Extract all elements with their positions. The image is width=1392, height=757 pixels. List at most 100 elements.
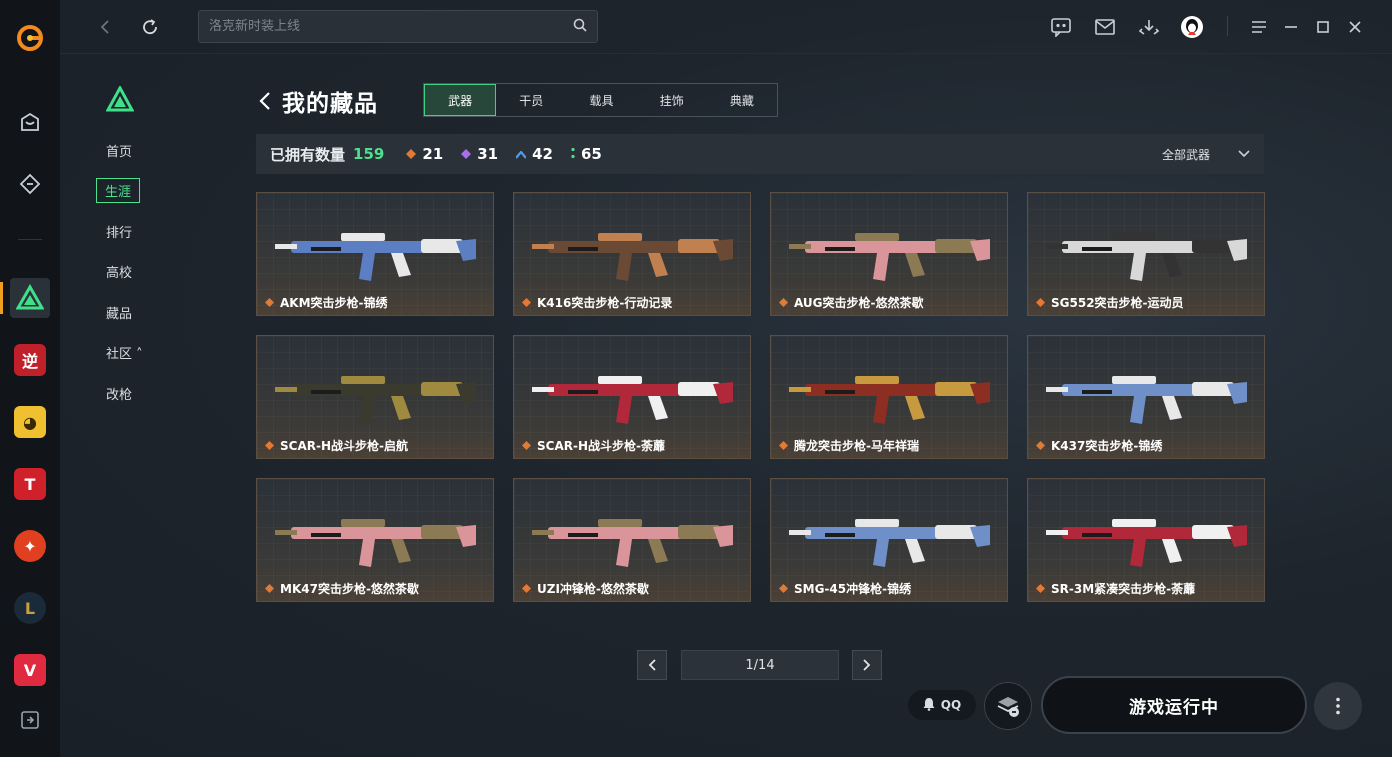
- weapon-filter-dropdown[interactable]: 全部武器: [1162, 146, 1250, 163]
- weapon-card[interactable]: 腾龙突击步枪-马年祥瑞: [770, 335, 1008, 459]
- diamond-orange-icon: [1036, 296, 1045, 310]
- page-title: 我的藏品: [282, 91, 378, 117]
- chevron-blue-icon: [515, 145, 527, 163]
- nav-item-college[interactable]: 高校: [94, 252, 154, 293]
- game-qq-speed-tile[interactable]: ◕: [10, 402, 50, 442]
- search-box[interactable]: [198, 10, 598, 43]
- weapon-image: [1046, 519, 1247, 567]
- owned-label: 已拥有数量: [270, 145, 346, 164]
- game-lol-tile[interactable]: L: [10, 588, 50, 628]
- search-input[interactable]: [209, 19, 573, 34]
- diamond-orange-icon: [779, 582, 788, 596]
- launch-status-button[interactable]: 游戏运行中: [1041, 676, 1307, 734]
- weapon-name: UZI冲锋枪-悠然茶歇: [522, 580, 649, 597]
- refresh-icon[interactable]: [137, 14, 163, 40]
- tab-collectibles[interactable]: 典藏: [707, 84, 777, 116]
- weapon-card[interactable]: SCAR-H战斗步枪-荼蘼: [513, 335, 751, 459]
- weapon-card[interactable]: SR-3M紧凑突击步枪-荼蘼: [1027, 478, 1265, 602]
- tab-operators[interactable]: 干员: [496, 84, 566, 116]
- rail-active-indicator: [0, 282, 3, 314]
- delta-force-tile[interactable]: [10, 278, 50, 318]
- weapon-image: [532, 376, 733, 424]
- nav-item-gunsmith[interactable]: 改枪: [94, 373, 154, 414]
- more-options-button[interactable]: [1314, 682, 1362, 730]
- weapon-card[interactable]: SCAR-H战斗步枪-启航: [256, 335, 494, 459]
- avatar[interactable]: [1179, 14, 1205, 40]
- weapon-name: SR-3M紧凑突击步枪-荼蘼: [1036, 580, 1195, 597]
- weapon-card[interactable]: UZI冲锋枪-悠然茶歇: [513, 478, 751, 602]
- game-tf-tile[interactable]: T: [10, 464, 50, 504]
- close-icon[interactable]: [1342, 14, 1368, 40]
- diamond-orange-icon: [522, 296, 531, 310]
- nav-item-career[interactable]: 生涯: [94, 171, 154, 212]
- page-back-icon[interactable]: [256, 89, 274, 113]
- app-rail: 逆 ◕ T ✦ L V: [0, 0, 60, 757]
- back-icon[interactable]: [92, 14, 118, 40]
- weapon-card[interactable]: SG552突击步枪-运动员: [1027, 192, 1265, 316]
- diamond-orange-icon: [265, 582, 274, 596]
- weapon-name: SG552突击步枪-运动员: [1036, 294, 1184, 311]
- weapon-name: SMG-45冲锋枪-锦绣: [779, 580, 911, 597]
- mail-icon[interactable]: [1092, 14, 1118, 40]
- prev-page-button[interactable]: [637, 650, 667, 680]
- page-indicator: 1/14: [681, 650, 839, 680]
- weapon-image: [532, 519, 733, 567]
- rarity-rare-count: 42: [515, 145, 553, 163]
- tab-charms[interactable]: 挂饰: [637, 84, 707, 116]
- nav-item-ranking[interactable]: 排行: [94, 211, 154, 252]
- diamond-orange-icon: [265, 296, 274, 310]
- app-logo-icon[interactable]: [10, 18, 50, 58]
- weapon-image: [275, 233, 476, 281]
- minimize-icon[interactable]: [1278, 14, 1304, 40]
- qq-button[interactable]: QQ: [908, 690, 976, 720]
- rail-divider: [18, 239, 42, 240]
- diamond-orange-icon: [265, 439, 274, 453]
- game-cf-tile[interactable]: ✦: [10, 526, 50, 566]
- topbar-divider: [1227, 16, 1228, 36]
- top-bar: [60, 0, 1392, 54]
- collection-grid: AKM突击步枪-锦绣 K416突击步枪-行动记录 AUG突击步枪-悠然茶歇 SG552…: [256, 192, 1265, 604]
- weapon-card[interactable]: K437突击步枪-锦绣: [1027, 335, 1265, 459]
- tab-weapons[interactable]: 武器: [424, 84, 497, 116]
- nav-item-home[interactable]: 首页: [94, 130, 154, 171]
- layers-button[interactable]: [984, 682, 1032, 730]
- diamond-orange-icon: [522, 439, 531, 453]
- diamond-orange-icon: [779, 296, 788, 310]
- weapon-name: MK47突击步枪-悠然茶歇: [265, 580, 419, 597]
- store-icon[interactable]: [10, 102, 50, 142]
- diamond-orange-icon: [779, 439, 788, 453]
- weapon-image: [789, 376, 990, 424]
- dots-green-icon: [571, 145, 575, 163]
- chat-icon[interactable]: [1048, 14, 1074, 40]
- tab-vehicles[interactable]: 载具: [566, 84, 636, 116]
- main-area: 首页 生涯 排行 高校 藏品 社区 ˄ 改枪 我的藏品 武器 干员 载具 挂饰 …: [60, 0, 1392, 757]
- weapon-card[interactable]: AUG突击步枪-悠然茶歇: [770, 192, 1008, 316]
- games-icon[interactable]: [10, 164, 50, 204]
- maximize-icon[interactable]: [1310, 14, 1336, 40]
- diamond-purple-icon: [461, 145, 472, 163]
- weapon-image: [789, 519, 990, 567]
- weapon-card[interactable]: AKM突击步枪-锦绣: [256, 192, 494, 316]
- game-ni-tile[interactable]: 逆: [10, 340, 50, 380]
- nav-item-community[interactable]: 社区 ˄: [94, 333, 154, 374]
- layers-icon: [997, 697, 1019, 717]
- rarity-legendary-count: 21: [406, 145, 443, 163]
- next-page-button[interactable]: [852, 650, 882, 680]
- download-icon[interactable]: [1136, 14, 1162, 40]
- delta-force-logo-icon: [105, 84, 135, 116]
- rarity-common-count: 65: [571, 145, 602, 163]
- game-valorant-tile[interactable]: V: [10, 650, 50, 690]
- nav-item-collection[interactable]: 藏品: [94, 292, 154, 333]
- weapon-card[interactable]: K416突击步枪-行动记录: [513, 192, 751, 316]
- weapon-card[interactable]: SMG-45冲锋枪-锦绣: [770, 478, 1008, 602]
- rarity-epic-count: 31: [461, 145, 498, 163]
- weapon-name: 腾龙突击步枪-马年祥瑞: [779, 437, 919, 454]
- diamond-orange-icon: [1036, 582, 1045, 596]
- collapse-rail-icon[interactable]: [10, 700, 50, 740]
- more-vertical-icon: [1336, 697, 1340, 715]
- weapon-image: [1046, 233, 1247, 281]
- menu-icon[interactable]: [1246, 14, 1272, 40]
- search-icon[interactable]: [573, 18, 587, 36]
- weapon-card[interactable]: MK47突击步枪-悠然茶歇: [256, 478, 494, 602]
- diamond-orange-icon: [406, 145, 417, 163]
